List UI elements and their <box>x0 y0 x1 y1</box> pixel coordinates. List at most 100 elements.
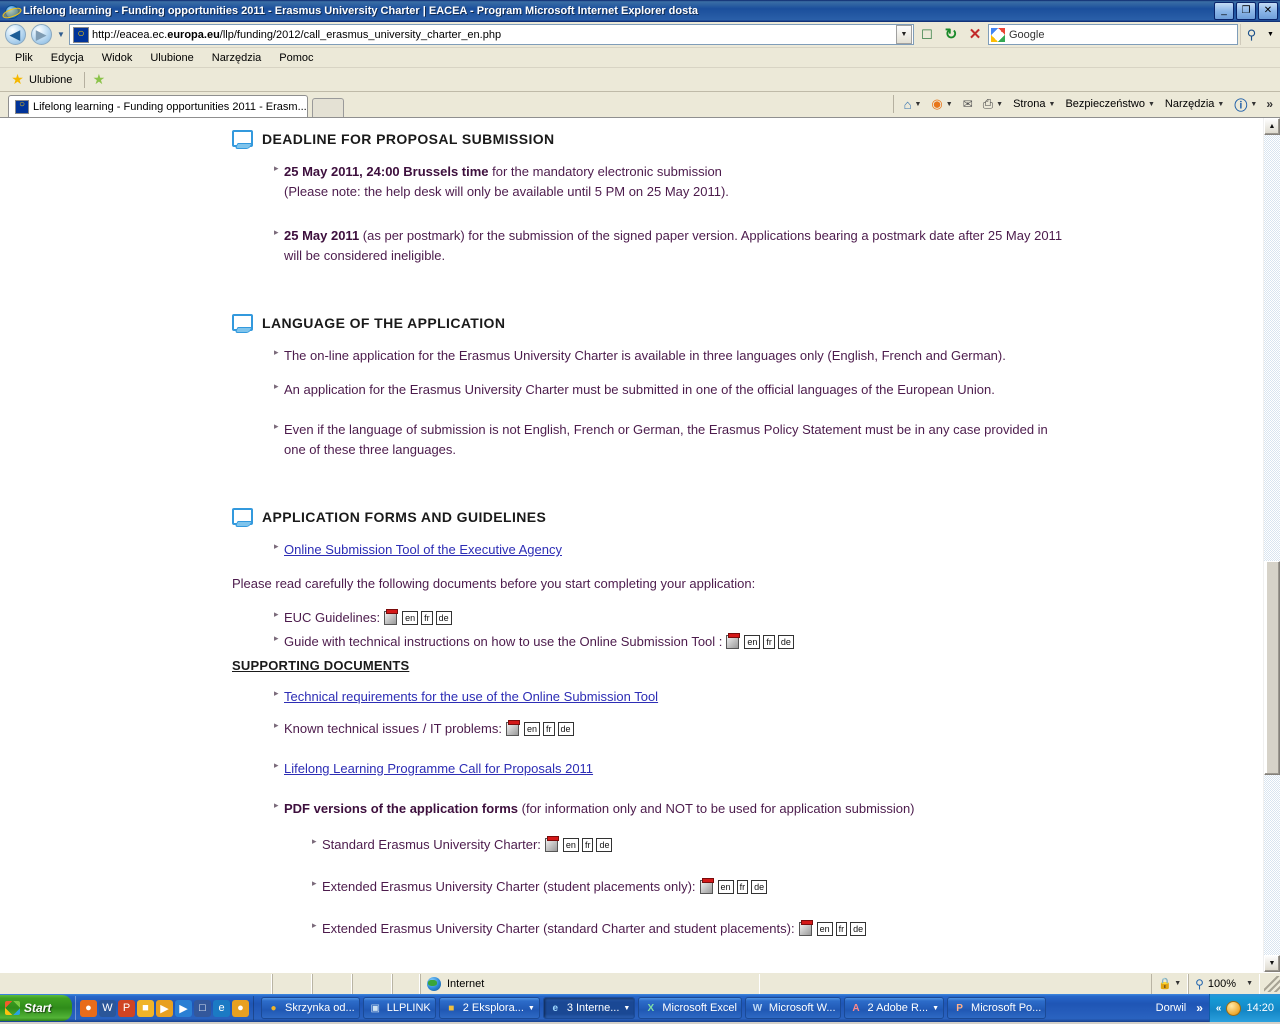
recent-pages-button[interactable]: ▼ <box>55 25 67 45</box>
internet-explorer-icon[interactable]: e <box>213 999 230 1017</box>
lang-chip-fr[interactable]: fr <box>763 635 775 649</box>
task-button-excel[interactable]: X Microsoft Excel <box>638 997 742 1019</box>
pdf-icon[interactable] <box>699 878 715 894</box>
zoom-caret-icon[interactable]: ▼ <box>1246 980 1253 987</box>
toolbar-overflow-button[interactable]: » <box>1263 97 1276 111</box>
powerpoint-icon[interactable]: P <box>118 999 135 1017</box>
menu-item-narzedzia[interactable]: Narzędzia <box>203 50 271 66</box>
address-input[interactable]: http://eacea.ec.europa.eu/llp/funding/20… <box>69 24 914 45</box>
lang-chip-fr[interactable]: fr <box>543 722 555 736</box>
lang-chip-en[interactable]: en <box>402 611 419 625</box>
lang-chip-de[interactable]: de <box>777 635 794 649</box>
start-button[interactable]: Start <box>0 995 72 1021</box>
winamp-icon[interactable]: ● <box>232 999 249 1017</box>
page-menu-button[interactable]: Strona ▼ <box>1009 96 1059 112</box>
chevron-down-icon[interactable]: ▼ <box>932 1005 939 1012</box>
pdf-icon[interactable] <box>798 920 814 936</box>
desktop-toolbar-name[interactable]: Dorwil <box>1152 1002 1191 1014</box>
show-hidden-icons-button[interactable]: « <box>1216 1003 1222 1014</box>
pdf-icon[interactable] <box>505 720 521 736</box>
pdf-icon[interactable] <box>726 633 741 649</box>
link-technical-requirements[interactable]: Technical requirements for the use of th… <box>284 689 658 704</box>
lang-chip-fr[interactable]: fr <box>736 880 749 894</box>
lang-chip-en[interactable]: en <box>816 922 833 936</box>
taskbar-overflow-icon[interactable]: » <box>1193 1001 1206 1015</box>
search-go-button[interactable]: ⚲ <box>1240 24 1262 45</box>
zoom-level-cell[interactable]: ⚲ 100% ▼ <box>1188 973 1260 994</box>
task-button-llplink[interactable]: ▣ LLPLINK <box>362 997 436 1019</box>
chevron-down-icon[interactable]: ▼ <box>1174 980 1181 987</box>
protected-mode-cell[interactable]: 🔒 ▼ <box>1151 973 1189 994</box>
menu-item-widok[interactable]: Widok <box>93 50 142 66</box>
stop-icon[interactable]: ✕ <box>964 24 986 46</box>
link-llp-call-proposals[interactable]: Lifelong Learning Programme Call for Pro… <box>284 761 593 776</box>
safety-menu-button[interactable]: Bezpieczeństwo ▼ <box>1061 96 1158 112</box>
restore-button[interactable]: ❐ <box>1236 2 1256 20</box>
address-dropdown-icon[interactable]: ▼ <box>896 25 912 44</box>
menu-item-ulubione[interactable]: Ulubione <box>141 50 202 66</box>
help-button[interactable]: ⓘ ▼ <box>1230 93 1261 116</box>
lang-chip-en[interactable]: en <box>744 635 761 649</box>
scrollbar-thumb[interactable] <box>1264 561 1280 775</box>
lang-chip-fr[interactable]: fr <box>421 611 433 625</box>
tab-label: Lifelong learning - Funding opportunitie… <box>33 100 307 113</box>
word-icon[interactable]: W <box>99 999 116 1017</box>
favorites-button[interactable]: ★ Ulubione <box>8 71 78 88</box>
link-online-submission-tool[interactable]: Online Submission Tool of the Executive … <box>284 542 562 557</box>
show-desktop-icon[interactable]: □ <box>194 999 211 1017</box>
scrollbar-track[interactable] <box>1264 135 1280 955</box>
task-button-skrzynka[interactable]: ● Skrzynka od... <box>261 997 360 1019</box>
print-button[interactable]: ⎙ ▼ <box>979 94 1007 114</box>
task-button-powerpoint[interactable]: P Microsoft Po... <box>947 997 1047 1019</box>
favorites-label: Ulubione <box>29 73 73 86</box>
pdf-icon[interactable] <box>544 836 560 852</box>
menu-item-pomoc[interactable]: Pomoc <box>270 50 322 66</box>
system-clock[interactable]: 14:20 <box>1246 1002 1274 1014</box>
vertical-scrollbar[interactable]: ▲ ▼ <box>1263 118 1280 972</box>
task-button-internet-explorer[interactable]: e 3 Interne... ▼ <box>542 997 636 1019</box>
media-player-icon[interactable]: ▶ <box>156 999 173 1017</box>
home-button[interactable]: ⌂ ▼ <box>900 95 926 114</box>
resize-grip[interactable] <box>1264 975 1280 992</box>
security-zone-cell[interactable]: Internet <box>420 973 760 994</box>
lang-chip-en[interactable]: en <box>562 838 579 852</box>
refresh-icon[interactable]: ↻ <box>940 24 962 46</box>
chevron-down-icon[interactable]: ▼ <box>623 1005 630 1012</box>
tools-menu-button[interactable]: Narzędzia ▼ <box>1161 96 1228 112</box>
lang-chip-en[interactable]: en <box>717 880 734 894</box>
forward-button[interactable]: ▶ <box>29 24 53 46</box>
lang-chip-de[interactable]: de <box>557 722 574 736</box>
monitor-icon: ▣ <box>370 1002 380 1014</box>
pdf-icon[interactable] <box>384 609 399 625</box>
task-button-adobe-reader[interactable]: A 2 Adobe R... ▼ <box>843 997 945 1019</box>
read-mail-button[interactable]: ✉ <box>959 95 977 113</box>
lang-chip-fr[interactable]: fr <box>835 922 848 936</box>
lang-chip-de[interactable]: de <box>751 880 768 894</box>
chevron-down-icon[interactable]: ▼ <box>528 1005 535 1012</box>
lang-chip-de[interactable]: de <box>596 838 613 852</box>
scroll-down-button[interactable]: ▼ <box>1264 955 1280 972</box>
feeds-button[interactable]: ◉ ▼ <box>927 94 956 114</box>
tab-lifelong-learning[interactable]: Lifelong learning - Funding opportunitie… <box>8 95 308 117</box>
folder-icon[interactable]: ■ <box>137 999 154 1017</box>
lang-chip-fr[interactable]: fr <box>581 838 594 852</box>
search-provider-dropdown[interactable]: ▼ <box>1264 24 1277 45</box>
search-input[interactable]: Google <box>988 24 1238 45</box>
add-to-favorites-icon[interactable]: ★ <box>91 72 106 87</box>
windows-media-icon[interactable]: ▶ <box>175 999 192 1017</box>
scroll-up-button[interactable]: ▲ <box>1264 118 1280 135</box>
menu-item-plik[interactable]: Plik <box>6 50 42 66</box>
back-button[interactable]: ◀ <box>3 24 27 46</box>
tray-app-icon[interactable] <box>1226 1000 1242 1016</box>
lang-chip-en[interactable]: en <box>523 722 540 736</box>
close-button[interactable]: ✕ <box>1258 2 1278 20</box>
firefox-icon[interactable]: ● <box>80 999 97 1017</box>
new-tab-button[interactable] <box>312 98 344 117</box>
lang-chip-de[interactable]: de <box>850 922 867 936</box>
task-button-eksplorator[interactable]: ■ 2 Eksplora... ▼ <box>438 997 540 1019</box>
rss-feed-icon[interactable]: ☐ <box>916 24 938 46</box>
task-button-word[interactable]: W Microsoft W... <box>744 997 841 1019</box>
lang-chip-de[interactable]: de <box>435 611 452 625</box>
menu-item-edycja[interactable]: Edycja <box>42 50 93 66</box>
minimize-button[interactable]: _ <box>1214 2 1234 20</box>
